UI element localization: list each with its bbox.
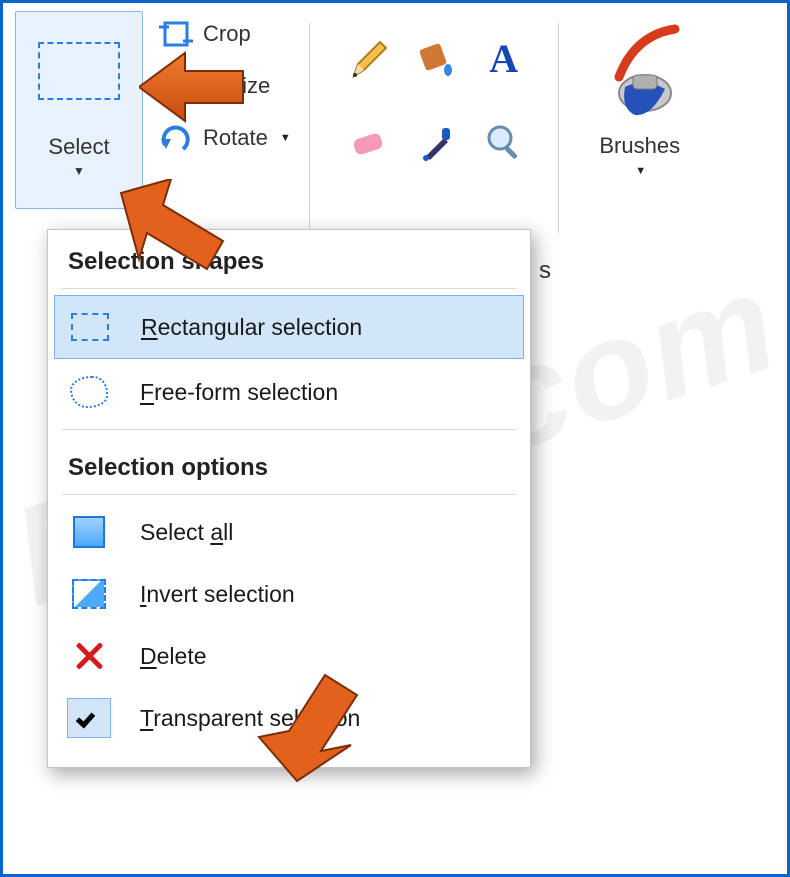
select-label: Select [48, 134, 109, 160]
select-dropdown-button[interactable]: Select ▼ [15, 11, 143, 209]
rotate-label: Rotate [203, 125, 268, 151]
brush-icon [585, 17, 695, 127]
text-tool[interactable]: A [474, 21, 534, 95]
divider [558, 23, 559, 233]
delete-item[interactable]: Delete [48, 625, 530, 687]
select-all-label: Select all [140, 519, 233, 546]
freeform-selection-label: Free-form selection [140, 379, 338, 406]
transparent-selection-item[interactable]: Transparent selection [48, 687, 530, 749]
freeform-selection-icon [62, 369, 116, 415]
resize-label: Resize [203, 73, 270, 99]
chevron-down-icon: ▼ [73, 164, 85, 178]
ribbon: Select ▼ Crop Resize Rotate ▼ [3, 3, 787, 261]
paint-ribbon-window: PCrisk.com Select ▼ Crop [0, 0, 790, 877]
eraser-icon [346, 120, 390, 164]
brushes-label: Brushes [599, 133, 680, 159]
magnifier-icon [482, 120, 526, 164]
rectangular-selection-label: Rectangular selection [141, 314, 362, 341]
transparent-selection-checked-icon [62, 695, 116, 741]
resize-icon [159, 69, 193, 103]
brushes-group: Brushes ▼ [569, 11, 711, 261]
separator [62, 288, 516, 289]
rotate-button[interactable]: Rotate ▼ [159, 121, 291, 155]
text-icon: A [489, 35, 518, 82]
divider [309, 23, 310, 233]
delete-label: Delete [140, 643, 207, 670]
resize-button[interactable]: Resize [159, 69, 291, 103]
pencil-tool[interactable] [338, 21, 398, 95]
crop-label: Crop [203, 21, 251, 47]
select-group: Select ▼ [15, 11, 143, 261]
chevron-down-icon: ▼ [280, 132, 291, 144]
invert-selection-icon [62, 571, 116, 617]
select-all-item[interactable]: Select all [48, 501, 530, 563]
chevron-down-icon: ▼ [635, 165, 646, 177]
crop-button[interactable]: Crop [159, 17, 291, 51]
select-rectangle-icon [16, 12, 142, 130]
fill-tool[interactable] [406, 21, 466, 95]
invert-selection-label: Invert selection [140, 581, 295, 608]
fill-icon [414, 36, 458, 80]
image-group: Crop Resize Rotate ▼ [149, 11, 299, 261]
select-label-area: Select ▼ [48, 130, 109, 178]
color-picker-tool[interactable] [406, 105, 466, 179]
selection-options-header: Selection options [48, 436, 530, 488]
rotate-icon [159, 121, 193, 155]
crop-icon [159, 17, 193, 51]
selection-shapes-header: Selection shapes [48, 230, 530, 282]
magnifier-tool[interactable] [474, 105, 534, 179]
brushes-dropdown-button[interactable]: Brushes ▼ [569, 11, 711, 177]
rectangular-selection-icon [63, 304, 117, 350]
select-all-icon [62, 509, 116, 555]
freeform-selection-item[interactable]: Free-form selection [48, 361, 530, 423]
color-picker-icon [414, 120, 458, 164]
separator [62, 494, 516, 495]
invert-selection-item[interactable]: Invert selection [48, 563, 530, 625]
separator [62, 429, 516, 430]
eraser-tool[interactable] [338, 105, 398, 179]
select-dropdown-menu: Selection shapes Rectangular selection F… [47, 229, 531, 768]
pencil-icon [346, 36, 390, 80]
tools-group: A [320, 11, 548, 261]
transparent-selection-label: Transparent selection [140, 705, 360, 732]
tools-group-label-tail: s [539, 257, 551, 285]
delete-icon [62, 633, 116, 679]
rectangular-selection-item[interactable]: Rectangular selection [54, 295, 524, 359]
